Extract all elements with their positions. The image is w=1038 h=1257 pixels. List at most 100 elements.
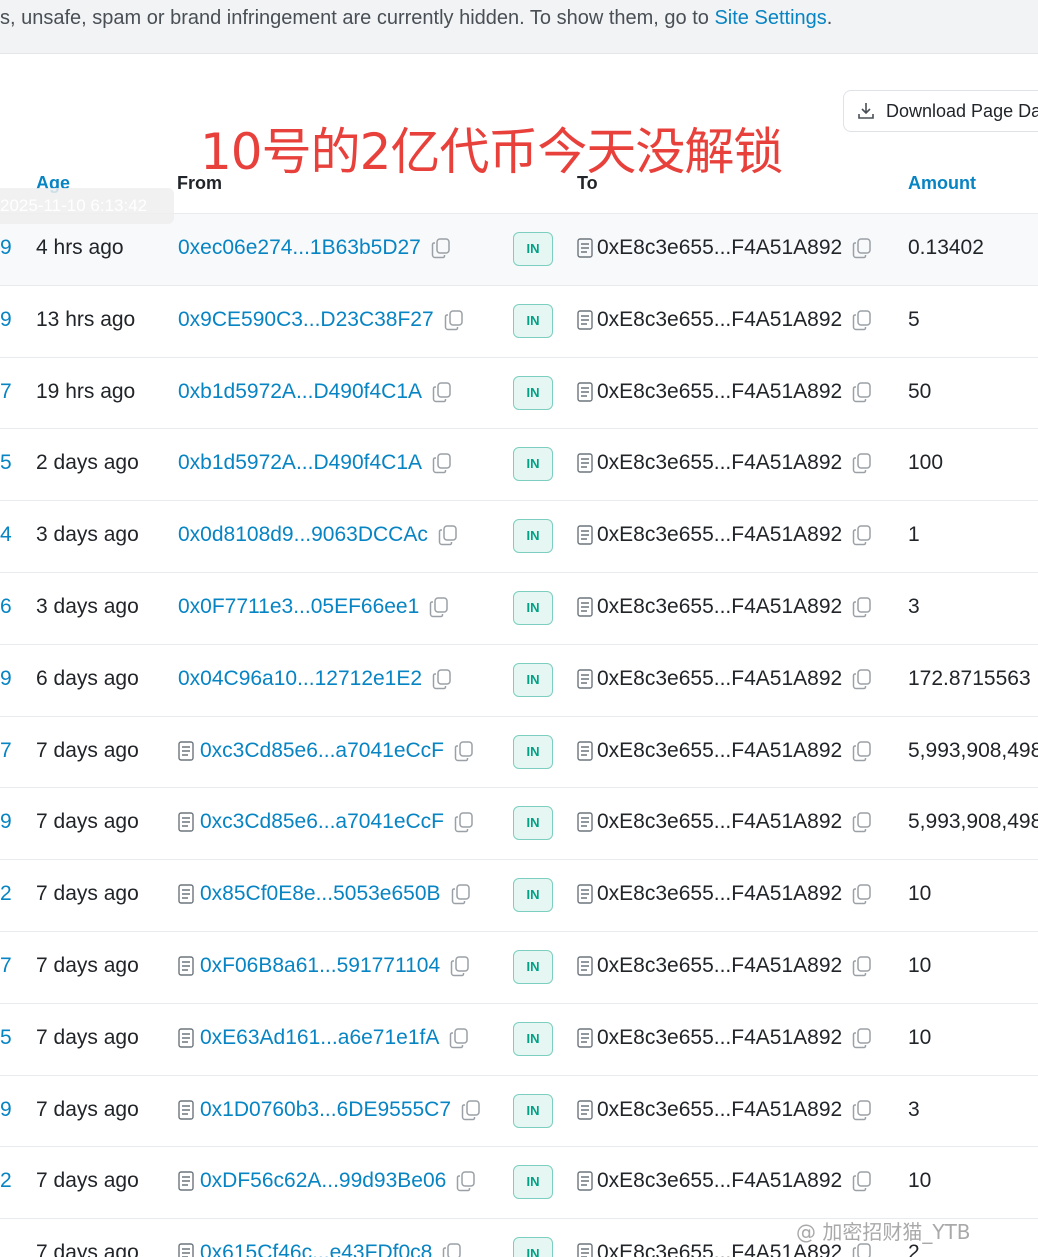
direction-badge: IN: [513, 949, 553, 984]
block-number[interactable]: 5: [0, 451, 12, 475]
contract-icon: [577, 597, 593, 617]
copy-icon[interactable]: [852, 1099, 872, 1121]
copy-icon[interactable]: [450, 955, 470, 977]
from-address-link[interactable]: 0xb1d5972A...D490f4C1A: [178, 380, 422, 404]
from-address-link[interactable]: 0x0F7711e3...05EF66ee1: [178, 595, 419, 619]
copy-icon[interactable]: [456, 1170, 476, 1192]
copy-icon[interactable]: [449, 1027, 469, 1049]
direction-badge: IN: [513, 1021, 553, 1056]
from-cell: 0xb1d5972A...D490f4C1A: [178, 451, 452, 475]
age-tooltip: 2025-11-10 6:13:42: [0, 188, 174, 224]
amount-cell: 10: [908, 1169, 932, 1193]
direction-badge: IN: [513, 662, 553, 697]
table-row: 9 13 hrs ago 0x9CE590C3...D23C38F27 IN 0…: [0, 286, 1038, 358]
from-address-link[interactable]: 0xc3Cd85e6...a7041eCcF: [200, 739, 444, 763]
copy-icon[interactable]: [852, 811, 872, 833]
copy-icon[interactable]: [432, 381, 452, 403]
from-address-link[interactable]: 0xec06e274...1B63b5D27: [178, 236, 421, 260]
block-number[interactable]: 2: [0, 1169, 12, 1193]
age-cell: 7 days ago: [36, 738, 139, 762]
from-address-link[interactable]: 0x615Cf46c...e43FDf0c8: [200, 1241, 432, 1257]
from-address-link[interactable]: 0xE63Ad161...a6e71e1fA: [200, 1026, 439, 1050]
site-settings-link[interactable]: Site Settings: [714, 7, 826, 29]
from-address-link[interactable]: 0xc3Cd85e6...a7041eCcF: [200, 810, 444, 834]
to-address: 0xE8c3e655...F4A51A892: [597, 1097, 843, 1121]
copy-icon[interactable]: [852, 237, 872, 259]
amount-cell: 10: [908, 1025, 932, 1049]
block-number[interactable]: 9: [0, 667, 12, 691]
from-address-link[interactable]: 0x0d8108d9...9063DCCAc: [178, 523, 428, 547]
table-row: 7 19 hrs ago 0xb1d5972A...D490f4C1A IN 0…: [0, 358, 1038, 430]
copy-icon[interactable]: [852, 452, 872, 474]
copy-icon[interactable]: [442, 1242, 462, 1257]
notice-suffix: .: [826, 7, 833, 29]
from-address-link[interactable]: 0xDF56c62A...99d93Be06: [200, 1169, 446, 1193]
to-cell: 0xE8c3e655...F4A51A892: [577, 882, 872, 906]
block-number[interactable]: 2: [0, 882, 12, 906]
direction-badge: IN: [513, 878, 553, 913]
block-number[interactable]: 7: [0, 739, 12, 763]
from-address-link[interactable]: 0x85Cf0E8e...5053e650B: [200, 882, 441, 906]
table-row: 7 7 days ago 0xc3Cd85e6...a7041eCcF IN 0…: [0, 717, 1038, 789]
copy-icon[interactable]: [431, 237, 451, 259]
direction-badge: IN: [513, 1093, 553, 1128]
copy-icon[interactable]: [451, 883, 471, 905]
block-number[interactable]: 6: [0, 595, 12, 619]
copy-icon[interactable]: [852, 955, 872, 977]
from-cell: 0x0d8108d9...9063DCCAc: [178, 523, 458, 547]
copy-icon[interactable]: [852, 596, 872, 618]
copy-icon[interactable]: [852, 668, 872, 690]
age-cell: 7 days ago: [36, 810, 139, 834]
copy-icon[interactable]: [444, 309, 464, 331]
to-cell: 0xE8c3e655...F4A51A892: [577, 954, 872, 978]
copy-icon[interactable]: [432, 452, 452, 474]
to-address: 0xE8c3e655...F4A51A892: [597, 523, 843, 547]
table-row: 9 6 days ago 0x04C96a10...12712e1E2 IN 0…: [0, 645, 1038, 717]
contract-icon: [178, 740, 194, 761]
age-cell: 3 days ago: [36, 523, 139, 547]
table-row: 9 4 hrs ago 0xec06e274...1B63b5D27 IN 0x…: [0, 214, 1038, 286]
contract-icon: [577, 740, 593, 761]
block-number[interactable]: 7: [0, 380, 12, 404]
from-address-link[interactable]: 0xF06B8a61...591771104: [200, 954, 440, 978]
contract-icon: [178, 1099, 194, 1120]
from-address-link[interactable]: 0x9CE590C3...D23C38F27: [178, 308, 434, 332]
copy-icon[interactable]: [429, 596, 449, 618]
copy-icon[interactable]: [852, 1170, 872, 1192]
contract-icon: [577, 238, 593, 258]
copy-icon[interactable]: [852, 883, 872, 905]
to-cell: 0xE8c3e655...F4A51A892: [577, 380, 872, 404]
to-address: 0xE8c3e655...F4A51A892: [597, 451, 843, 475]
block-number[interactable]: 7: [0, 954, 12, 978]
to-cell: 0xE8c3e655...F4A51A892: [577, 523, 872, 547]
header-amount[interactable]: Amount: [908, 173, 976, 194]
block-number[interactable]: 9: [0, 236, 12, 260]
copy-icon[interactable]: [454, 811, 474, 833]
amount-cell: 50: [908, 379, 932, 403]
block-number[interactable]: 4: [0, 523, 12, 547]
copy-icon[interactable]: [852, 740, 872, 762]
contract-icon: [577, 453, 593, 474]
block-number[interactable]: 5: [0, 1026, 12, 1050]
block-number[interactable]: 9: [0, 810, 12, 834]
block-number[interactable]: 9: [0, 308, 12, 332]
from-cell: 0xb1d5972A...D490f4C1A: [178, 380, 452, 404]
download-page-data-button[interactable]: Download Page Da: [843, 90, 1038, 132]
table-row: 7 7 days ago 0xF06B8a61...591771104 IN 0…: [0, 932, 1038, 1004]
copy-icon[interactable]: [432, 668, 452, 690]
copy-icon[interactable]: [852, 381, 872, 403]
to-cell: 0xE8c3e655...F4A51A892: [577, 739, 872, 763]
block-number[interactable]: 9: [0, 1098, 12, 1122]
copy-icon[interactable]: [461, 1099, 481, 1121]
table-row: 6 3 days ago 0x0F7711e3...05EF66ee1 IN 0…: [0, 573, 1038, 645]
copy-icon[interactable]: [454, 740, 474, 762]
copy-icon[interactable]: [438, 524, 458, 546]
from-address-link[interactable]: 0x1D0760b3...6DE9555C7: [200, 1098, 451, 1122]
copy-icon[interactable]: [852, 1027, 872, 1049]
from-address-link[interactable]: 0xb1d5972A...D490f4C1A: [178, 451, 422, 475]
from-address-link[interactable]: 0x04C96a10...12712e1E2: [178, 667, 422, 691]
copy-icon[interactable]: [852, 524, 872, 546]
copy-icon[interactable]: [852, 309, 872, 331]
amount-cell: 3: [908, 1097, 920, 1121]
watermark: @ 加密招财猫_YTB: [796, 1220, 971, 1244]
